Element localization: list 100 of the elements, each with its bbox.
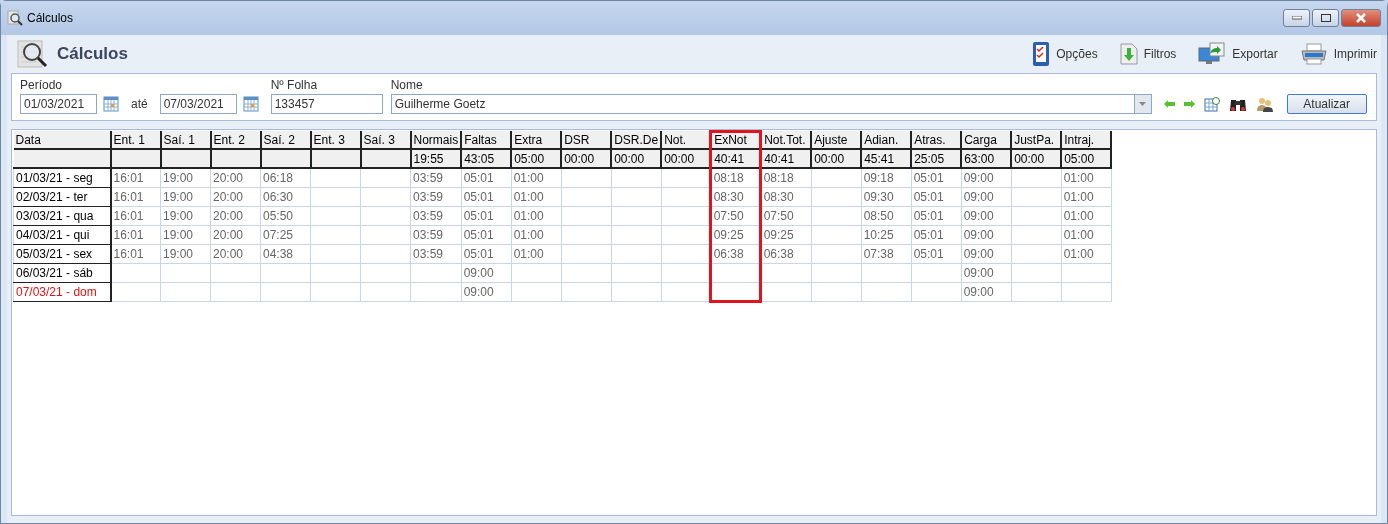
column-header[interactable]: Intraj. [1061, 131, 1112, 149]
table-cell: 01:00 [511, 187, 562, 207]
maximize-button[interactable] [1312, 9, 1339, 27]
calendar-icon[interactable] [242, 96, 259, 112]
caret-icon [1139, 102, 1147, 106]
table-cell: 01:00 [1061, 206, 1112, 226]
table-cell: 07:25 [260, 225, 311, 245]
table-cell: 09:00 [461, 282, 512, 302]
users-icon[interactable] [1255, 96, 1274, 112]
table-cell: 20:00 [210, 168, 261, 188]
table-cell: 06:38 [761, 244, 812, 264]
column-header[interactable]: Ent. 1 [110, 131, 161, 149]
table-cell: 01:00 [1061, 168, 1112, 188]
sheet-field[interactable]: 133457 [270, 94, 383, 114]
table-cell: 16:01 [110, 187, 161, 207]
table-cell: 05:01 [461, 244, 512, 264]
column-header[interactable]: Saí. 3 [360, 131, 411, 149]
column-header[interactable]: Atras. [911, 131, 962, 149]
maximize-icon [1320, 14, 1331, 22]
table-cell: 08:30 [761, 187, 812, 207]
table-cell: 01:00 [1061, 225, 1112, 245]
column-header[interactable]: Not.Tot. [761, 131, 812, 149]
table-cell: 01:00 [511, 206, 562, 226]
column-header[interactable]: Saí. 2 [260, 131, 311, 149]
table-cell: 05:50 [260, 206, 311, 226]
column-header[interactable]: Not. [661, 131, 712, 149]
table-cell: 08:50 [861, 206, 912, 226]
table-cell: 16:01 [110, 225, 161, 245]
table-cell: 16:01 [110, 168, 161, 188]
down-arrow-icon [1119, 43, 1138, 65]
table-cell: 19:00 [160, 187, 211, 207]
page-title: Cálculos [57, 44, 128, 64]
column-header[interactable]: Normais [410, 131, 462, 149]
table-cell: 03:59 [410, 206, 462, 226]
table-cell: 05:01 [461, 168, 512, 188]
options-button[interactable]: Opções [1032, 41, 1098, 67]
right-arrow-icon[interactable] [1183, 100, 1195, 108]
table-cell: 19:00 [160, 225, 211, 245]
table-cell: 09:00 [461, 263, 512, 283]
column-header[interactable]: Saí. 1 [160, 131, 211, 149]
column-header[interactable]: Ajuste [811, 131, 862, 149]
table-cell: 19:00 [160, 206, 211, 226]
table-cell: 05:01 [911, 187, 962, 207]
table-cell: 07:50 [761, 206, 812, 226]
minimize-icon [1291, 16, 1302, 20]
export-button[interactable]: Exportar [1198, 42, 1278, 66]
table-cell: 16:01 [110, 206, 161, 226]
printer-icon [1299, 43, 1328, 65]
date-cell: 01/03/21 - seg [13, 168, 111, 188]
table-cell: 03:59 [410, 244, 462, 264]
table-cell: 20:00 [210, 187, 261, 207]
column-header[interactable]: DSR [561, 131, 612, 149]
column-header[interactable]: JustPa. [1011, 131, 1062, 149]
table-cell: 04:38 [260, 244, 311, 264]
table-cell: 09:18 [861, 168, 912, 188]
column-header[interactable]: DSR.De [611, 131, 662, 149]
table-cell: 19:00 [160, 168, 211, 188]
table-cell: 09:00 [961, 187, 1012, 207]
print-button[interactable]: Imprimir [1299, 43, 1377, 65]
filters-button[interactable]: Filtros [1119, 43, 1177, 65]
monitor-icon [1198, 42, 1227, 66]
name-field[interactable]: Guilherme Goetz [390, 94, 1134, 114]
table-cell: 09:00 [961, 225, 1012, 245]
table-cell: 10:25 [861, 225, 912, 245]
date-field[interactable]: 01/03/2021 [20, 94, 97, 114]
column-header[interactable]: Ent. 3 [310, 131, 361, 149]
table-cell: 06:18 [260, 168, 311, 188]
table-cell: 09:00 [961, 168, 1012, 188]
table-cell: 05:01 [461, 206, 512, 226]
table-cell: 05:01 [911, 206, 962, 226]
table-cell: 09:30 [861, 187, 912, 207]
table-cell: 05:01 [911, 225, 962, 245]
table-cell: 16:01 [110, 244, 161, 264]
column-header[interactable]: Faltas [461, 131, 512, 149]
table-cell: 01:00 [1061, 187, 1112, 207]
table-cell: 03:59 [410, 187, 462, 207]
table-cell: 05:01 [461, 187, 512, 207]
table-cell: 03:59 [410, 225, 462, 245]
date-field[interactable]: 07/03/2021 [159, 94, 237, 114]
close-button[interactable] [1341, 9, 1381, 27]
column-header[interactable]: Adian. [861, 131, 912, 149]
calendar-clock-icon[interactable] [1203, 96, 1220, 112]
column-header[interactable]: Carga [961, 131, 1012, 149]
refresh-button[interactable]: Atualizar [1286, 94, 1367, 114]
column-header[interactable]: Data [13, 131, 111, 149]
magnifier-document-icon [17, 38, 49, 70]
clipboard-icon [1032, 41, 1051, 67]
field-label: Nº Folha [270, 78, 319, 92]
column-header[interactable]: Extra [511, 131, 562, 149]
table-cell: 20:00 [210, 244, 261, 264]
left-arrow-icon[interactable] [1163, 100, 1175, 108]
calendar-icon[interactable] [103, 96, 119, 112]
column-header[interactable]: Ent. 2 [210, 131, 261, 149]
table-cell: 05:01 [461, 225, 512, 245]
table-cell: 05:01 [911, 168, 962, 188]
table-cell: 01:00 [1061, 244, 1112, 264]
table-cell: 09:25 [761, 225, 812, 245]
table-cell: 05:01 [911, 244, 962, 264]
table-cell: 01:00 [511, 168, 562, 188]
table-cell: 09:00 [961, 263, 1012, 283]
